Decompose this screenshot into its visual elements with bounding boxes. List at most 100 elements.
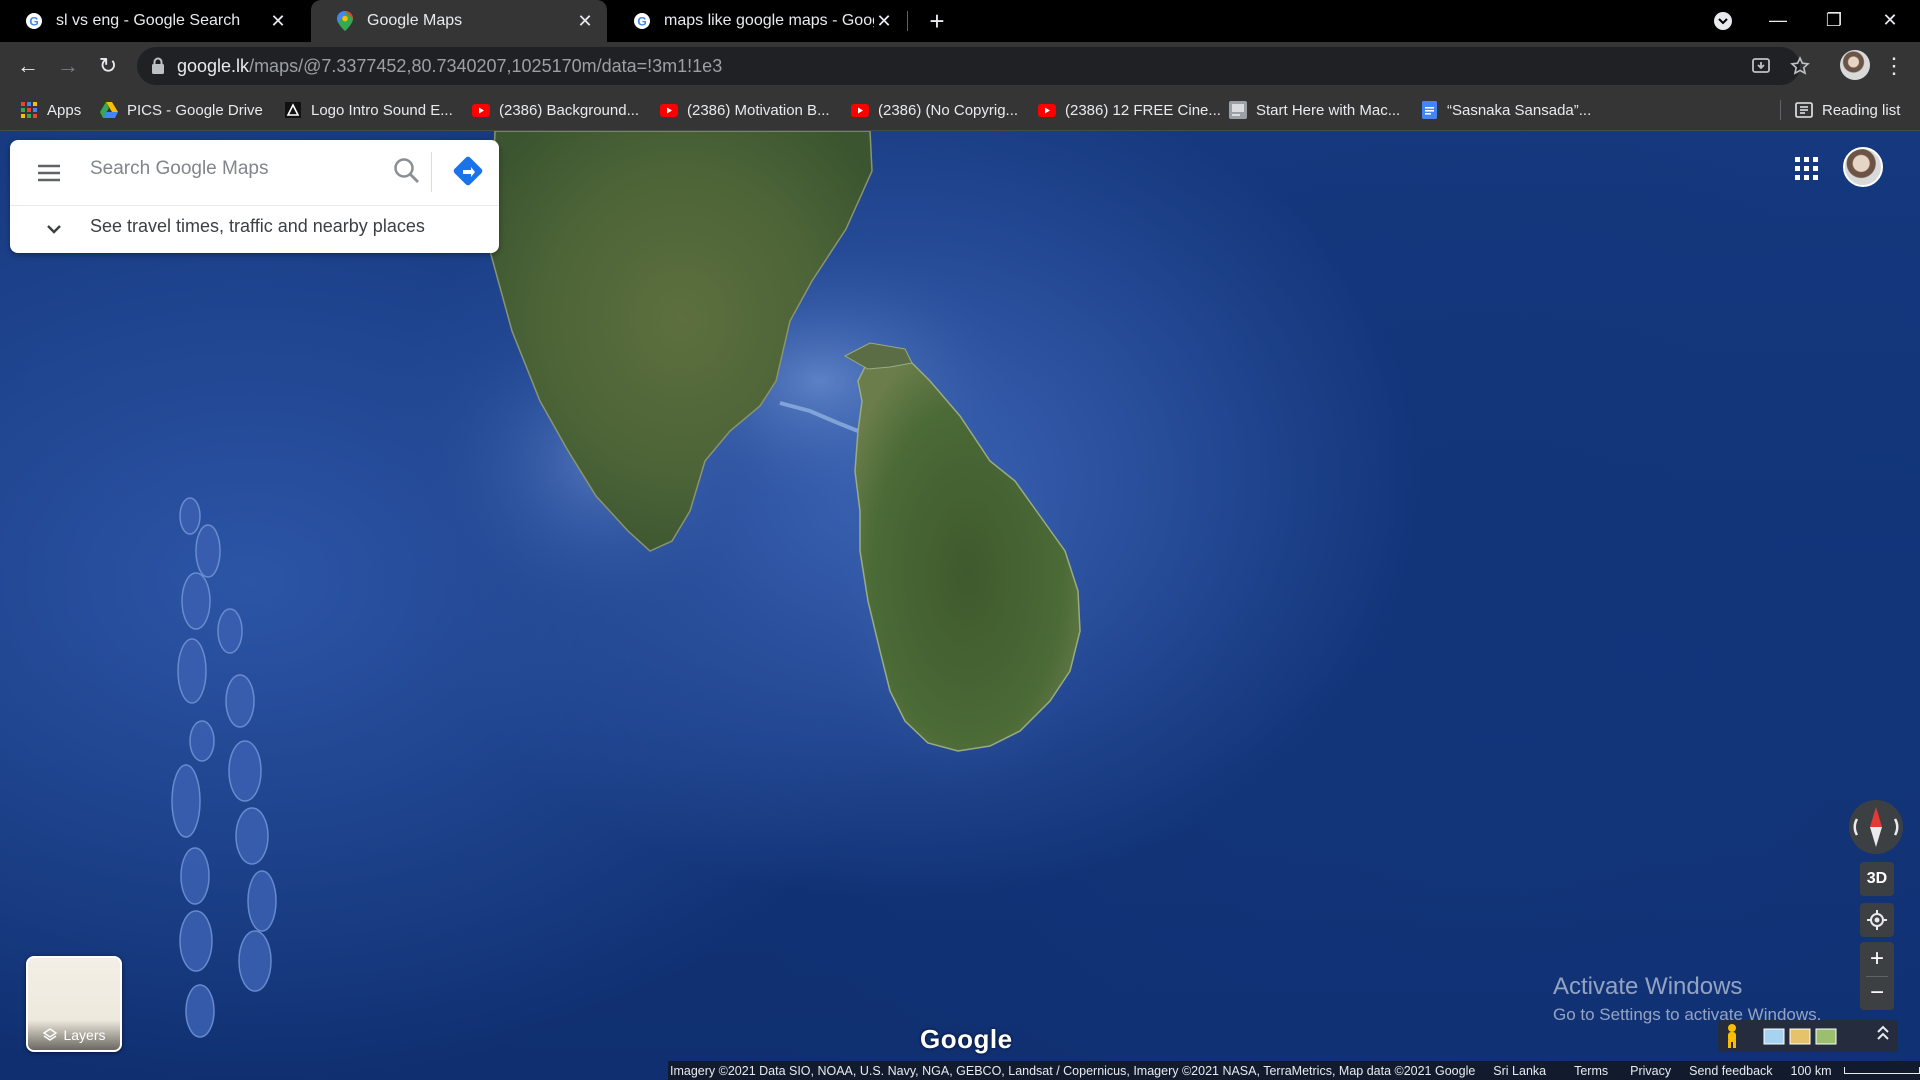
expand-up-icon[interactable] bbox=[1877, 1025, 1889, 1040]
tab-close-icon[interactable]: ✕ bbox=[268, 11, 288, 32]
tab-google-maps[interactable]: Google Maps ✕ bbox=[311, 0, 607, 42]
compass-icon[interactable] bbox=[1848, 799, 1904, 855]
bookmark-start-here[interactable]: Start Here with Mac... bbox=[1229, 90, 1400, 130]
install-app-icon[interactable] bbox=[1751, 56, 1773, 78]
my-location-icon[interactable] bbox=[1860, 903, 1894, 937]
reload-icon[interactable]: ↻ bbox=[92, 50, 124, 82]
tab-title: Google Maps bbox=[367, 12, 463, 29]
pegman-icon[interactable] bbox=[1728, 1024, 1736, 1048]
bookmark-logo-intro-sound[interactable]: Logo Intro Sound E... bbox=[284, 90, 453, 130]
attribution-text: Imagery ©2021 Data SIO, NOAA, U.S. Navy,… bbox=[670, 1063, 1476, 1078]
activate-windows-watermark: Activate Windows Go to Settings to activ… bbox=[1553, 973, 1821, 1025]
3d-toggle-button[interactable]: 3D bbox=[1860, 862, 1894, 896]
reading-list-button[interactable]: Reading list bbox=[1795, 90, 1900, 130]
bookmark-apps[interactable]: Apps bbox=[20, 90, 81, 130]
attribution-bar: Imagery ©2021 Data SIO, NOAA, U.S. Navy,… bbox=[668, 1061, 1920, 1080]
tab-title: maps like google maps - Google bbox=[664, 12, 874, 29]
svg-text:G: G bbox=[637, 15, 646, 29]
youtube-icon bbox=[851, 101, 869, 119]
tab-search-icon[interactable] bbox=[1695, 0, 1751, 42]
tab-strip: G sl vs eng - Google Search ✕ Google Map… bbox=[0, 0, 1920, 42]
bookmark-star-icon[interactable] bbox=[1790, 56, 1812, 78]
google-maps-pin-icon bbox=[335, 11, 355, 31]
bookmark-motivation[interactable]: (2386) Motivation B... bbox=[660, 90, 830, 130]
google-logo: Google bbox=[920, 1024, 1013, 1054]
travel-times-prompt[interactable]: See travel times, traffic and nearby pla… bbox=[90, 216, 425, 237]
bookmark-label: Start Here with Mac... bbox=[1256, 101, 1401, 119]
directions-icon[interactable] bbox=[450, 153, 486, 189]
bookmarks-bar: Apps PICS - Google Drive Logo Intro Soun… bbox=[0, 90, 1920, 131]
forward-arrow-icon[interactable]: → bbox=[52, 50, 84, 82]
bookmark-background[interactable]: (2386) Background... bbox=[472, 90, 639, 130]
tab-close-icon[interactable]: ✕ bbox=[575, 11, 595, 32]
triangle-logo-icon bbox=[284, 101, 302, 119]
bookmark-free-cinematic[interactable]: (2386) 12 FREE Cine... bbox=[1038, 90, 1221, 130]
url-domain: google.lk bbox=[177, 56, 250, 76]
url-text: google.lk/maps/@7.3377452,80.7340207,102… bbox=[177, 56, 722, 77]
zoom-in-icon[interactable]: + bbox=[1860, 942, 1894, 976]
satellite-terrain bbox=[171, 131, 1100, 1038]
url-path: /maps/@7.3377452,80.7340207,1025170m/dat… bbox=[249, 56, 723, 76]
zoom-controls: + − bbox=[1860, 942, 1894, 1010]
search-panel-divider bbox=[10, 205, 499, 206]
new-tab-plus-icon[interactable]: + bbox=[922, 6, 952, 36]
search-icon[interactable] bbox=[390, 154, 424, 188]
google-drive-icon bbox=[100, 101, 118, 119]
tab-google-search[interactable]: G sl vs eng - Google Search ✕ bbox=[0, 0, 300, 42]
account-avatar[interactable] bbox=[1843, 147, 1883, 187]
restore-icon[interactable]: ❐ bbox=[1806, 0, 1862, 42]
bookmark-label: (2386) Motivation B... bbox=[687, 101, 830, 119]
hamburger-menu-icon[interactable] bbox=[34, 158, 64, 188]
layers-icon bbox=[43, 1028, 58, 1041]
apps-grid-icon bbox=[20, 101, 38, 119]
search-panel: Search Google Maps See travel times, tra… bbox=[10, 140, 499, 253]
send-feedback-link[interactable]: Send feedback bbox=[1689, 1064, 1772, 1078]
tab-maps-like-google-maps[interactable]: G maps like google maps - Google ✕ bbox=[608, 0, 906, 42]
zoom-out-icon[interactable]: − bbox=[1860, 976, 1894, 1010]
bookmark-sasnaka-sansada[interactable]: “Sasnaka Sansada”... bbox=[1420, 90, 1591, 130]
maldives-atolls bbox=[171, 497, 277, 1038]
minimize-icon[interactable]: — bbox=[1750, 0, 1806, 42]
imagery-thumb-2[interactable] bbox=[1789, 1028, 1811, 1045]
3d-label: 3D bbox=[1866, 870, 1888, 887]
layers-button[interactable]: Layers bbox=[26, 956, 122, 1052]
bookmarks-separator bbox=[1780, 100, 1781, 120]
chevron-down-icon[interactable] bbox=[42, 217, 66, 241]
lock-icon bbox=[151, 57, 165, 80]
bookmark-label: (2386) 12 FREE Cine... bbox=[1065, 101, 1221, 119]
menu-kebab-icon[interactable]: ⋮ bbox=[1878, 50, 1910, 82]
imagery-thumb-3[interactable] bbox=[1815, 1028, 1837, 1045]
layers-label: Layers bbox=[63, 1027, 106, 1043]
youtube-icon bbox=[660, 101, 678, 119]
scale-bar bbox=[1843, 1067, 1920, 1074]
google-g-icon: G bbox=[632, 11, 652, 31]
reading-list-icon bbox=[1795, 101, 1813, 119]
bookmark-no-copyright[interactable]: (2386) (No Copyrig... bbox=[851, 90, 1018, 130]
imagery-thumb-1[interactable] bbox=[1763, 1028, 1785, 1045]
satellite-map[interactable] bbox=[0, 131, 1920, 1080]
terms-link[interactable]: Terms bbox=[1574, 1064, 1608, 1078]
bookmark-pics-google-drive[interactable]: PICS - Google Drive bbox=[100, 90, 263, 130]
page-thumbnail-icon bbox=[1229, 101, 1247, 119]
activate-subtitle: Go to Settings to activate Windows. bbox=[1553, 1005, 1822, 1024]
google-docs-icon bbox=[1420, 101, 1438, 119]
bookmark-label: (2386) Background... bbox=[499, 101, 640, 119]
search-divider bbox=[431, 152, 432, 192]
scale-label[interactable]: 100 km bbox=[1791, 1064, 1832, 1078]
reading-list-label: Reading list bbox=[1822, 101, 1901, 119]
back-arrow-icon[interactable]: ← bbox=[12, 50, 44, 82]
bookmark-label: Apps bbox=[47, 101, 82, 119]
google-apps-icon[interactable] bbox=[1794, 156, 1820, 182]
search-input[interactable]: Search Google Maps bbox=[90, 158, 269, 180]
profile-avatar[interactable] bbox=[1840, 50, 1870, 80]
svg-text:G: G bbox=[29, 15, 38, 29]
address-bar[interactable]: google.lk/maps/@7.3377452,80.7340207,102… bbox=[137, 47, 1810, 85]
bookmark-label: (2386) (No Copyrig... bbox=[878, 101, 1019, 119]
tab-separator bbox=[907, 11, 908, 31]
youtube-icon bbox=[472, 101, 490, 119]
layers-label-row: Layers bbox=[28, 1020, 120, 1050]
tab-close-icon[interactable]: ✕ bbox=[874, 11, 894, 32]
window-close-icon[interactable]: ✕ bbox=[1862, 0, 1918, 42]
youtube-icon bbox=[1038, 101, 1056, 119]
privacy-link[interactable]: Privacy bbox=[1630, 1064, 1671, 1078]
